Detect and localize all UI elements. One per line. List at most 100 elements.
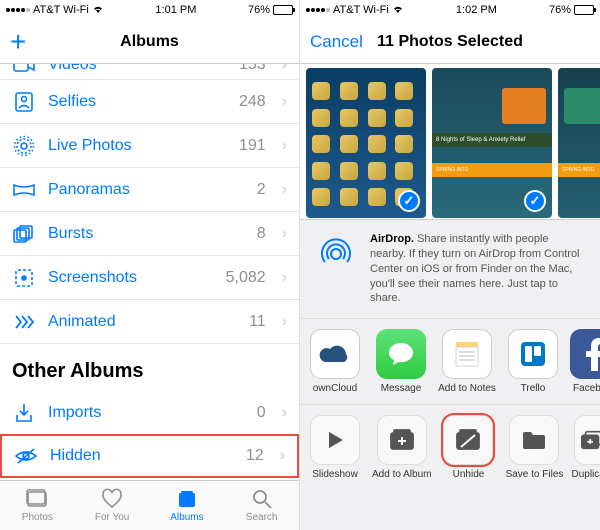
nav-bar: + Albums — [0, 20, 299, 64]
nav-bar: Cancel 11 Photos Selected — [300, 20, 600, 64]
actions-row[interactable]: Slideshow Add to Album Unhide Save to Fi… — [300, 405, 600, 490]
share-app-trello[interactable]: Trello — [504, 329, 562, 394]
share-label: Trello — [521, 383, 546, 394]
video-icon — [12, 64, 36, 77]
tab-search[interactable]: Search — [224, 481, 299, 530]
share-app-owncloud[interactable]: ownCloud — [306, 329, 364, 394]
add-album-button[interactable]: + — [10, 28, 26, 56]
selected-checkmark-icon — [524, 190, 546, 212]
album-row-videos[interactable]: Videos 153 › — [0, 64, 299, 80]
panorama-icon — [12, 178, 36, 202]
clock-label: 1:02 PM — [456, 4, 497, 16]
album-count: 12 — [246, 447, 264, 465]
add-album-icon — [377, 415, 427, 465]
album-row-imports[interactable]: Imports 0 › — [0, 391, 299, 435]
album-row-hidden[interactable]: Hidden 12 › — [0, 434, 299, 478]
battery-pct-label: 76% — [549, 4, 571, 16]
photo-thumbnail[interactable] — [306, 68, 426, 218]
airdrop-row[interactable]: AirDrop. Share instantly with people nea… — [300, 220, 600, 319]
album-label: Screenshots — [48, 269, 214, 287]
album-count: 2 — [257, 181, 266, 199]
chevron-right-icon: › — [282, 269, 287, 287]
action-label: Add to Album — [372, 469, 431, 480]
album-label: Animated — [48, 313, 237, 331]
share-sheet: AirDrop. Share instantly with people nea… — [300, 219, 600, 530]
album-label: Bursts — [48, 225, 245, 243]
selfie-icon — [12, 90, 36, 114]
chevron-right-icon: › — [280, 447, 285, 465]
album-row-pano[interactable]: Panoramas 2 › — [0, 168, 299, 212]
burst-icon — [12, 222, 36, 246]
tab-foryou[interactable]: For You — [75, 481, 150, 530]
album-row-animated[interactable]: Animated 11 › — [0, 300, 299, 344]
tab-label: Albums — [170, 512, 203, 523]
action-label: Duplicate — [571, 469, 600, 480]
tab-albums[interactable]: Albums — [150, 481, 225, 530]
wifi-icon — [392, 4, 404, 17]
clock-label: 1:01 PM — [155, 4, 196, 16]
share-apps-row[interactable]: ownCloud Message Add to Notes — [300, 319, 600, 405]
chevron-right-icon: › — [282, 181, 287, 199]
album-row-selfies[interactable]: Selfies 248 › — [0, 80, 299, 124]
tab-photos[interactable]: Photos — [0, 481, 75, 530]
photo-thumbnail[interactable]: 8 Nights of Sleep & Anxiety Relief SPRIN… — [432, 68, 552, 218]
chevron-right-icon: › — [282, 93, 287, 111]
share-app-notes[interactable]: Add to Notes — [438, 329, 496, 394]
cancel-button[interactable]: Cancel — [310, 32, 363, 52]
play-icon — [310, 415, 360, 465]
animated-icon — [12, 310, 36, 334]
action-duplicate[interactable]: Duplicate — [571, 415, 600, 480]
share-label: Message — [381, 383, 422, 394]
share-sheet-screen: AT&T Wi-Fi 1:02 PM 76% Cancel 11 Photos … — [300, 0, 600, 530]
share-label: Add to Notes — [438, 383, 496, 394]
share-app-facebook[interactable]: Facebook — [570, 329, 600, 394]
tab-label: Photos — [22, 512, 53, 523]
wifi-icon — [92, 4, 104, 17]
album-count: 11 — [249, 313, 266, 331]
signal-icon — [6, 8, 30, 12]
hidden-icon — [14, 444, 38, 468]
album-row-screenshots[interactable]: Screenshots 5,082 › — [0, 256, 299, 300]
action-slideshow[interactable]: Slideshow — [306, 415, 364, 480]
chevron-right-icon: › — [282, 137, 287, 155]
action-save-to-files[interactable]: Save to Files — [505, 415, 563, 480]
album-label: Imports — [48, 404, 245, 422]
album-count: 8 — [257, 225, 266, 243]
album-count: 153 — [239, 64, 266, 74]
live-photos-icon — [12, 134, 36, 158]
signal-icon — [306, 8, 330, 12]
album-label: Hidden — [50, 447, 234, 465]
selected-photos-strip[interactable]: 8 Nights of Sleep & Anxiety Relief SPRIN… — [300, 64, 600, 219]
album-count: 248 — [239, 93, 266, 111]
action-add-to-album[interactable]: Add to Album — [372, 415, 431, 480]
albums-screen: AT&T Wi-Fi 1:01 PM 76% + Albums Videos 1… — [0, 0, 300, 530]
battery-icon — [273, 5, 293, 15]
album-label: Videos — [48, 64, 227, 74]
tab-label: For You — [95, 512, 129, 523]
album-row-live[interactable]: Live Photos 191 › — [0, 124, 299, 168]
status-bar: AT&T Wi-Fi 1:02 PM 76% — [300, 0, 600, 20]
imports-icon — [12, 401, 36, 425]
album-count: 5,082 — [226, 269, 266, 287]
action-label: Slideshow — [312, 469, 358, 480]
share-label: ownCloud — [313, 383, 357, 394]
album-row-bursts[interactable]: Bursts 8 › — [0, 212, 299, 256]
share-app-message[interactable]: Message — [372, 329, 430, 394]
album-label: Selfies — [48, 93, 227, 111]
action-label: Unhide — [453, 469, 485, 480]
action-label: Save to Files — [506, 469, 564, 480]
action-unhide[interactable]: Unhide — [439, 415, 497, 480]
selected-checkmark-icon — [398, 190, 420, 212]
album-label: Live Photos — [48, 137, 227, 155]
share-label: Facebook — [573, 383, 600, 394]
chevron-right-icon: › — [282, 64, 287, 74]
unhide-icon — [443, 415, 493, 465]
section-other-albums: Other Albums — [0, 344, 299, 391]
duplicate-icon — [574, 415, 600, 465]
airdrop-icon — [314, 232, 358, 276]
carrier-label: AT&T Wi-Fi — [33, 4, 89, 16]
airdrop-text: AirDrop. Share instantly with people nea… — [370, 232, 586, 306]
albums-list[interactable]: Videos 153 › Selfies 248 › Live Photos 1… — [0, 64, 299, 480]
photo-thumbnail[interactable]: SPRING INTO — [558, 68, 600, 218]
album-count: 0 — [257, 404, 266, 422]
